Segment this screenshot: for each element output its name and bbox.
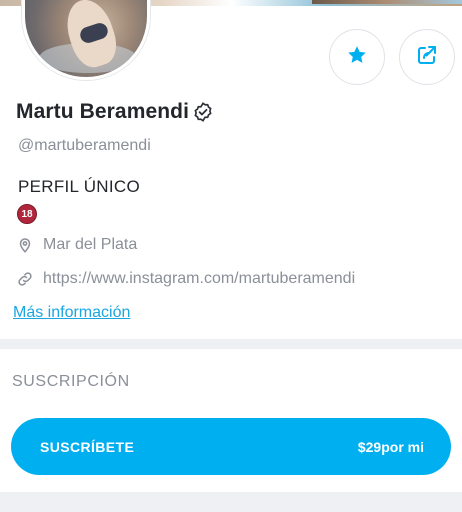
cover-image-edge [312,0,462,4]
avatar[interactable] [22,0,150,80]
section-divider [0,339,462,349]
profile-bio: PERFIL ÚNICO [18,177,140,196]
profile-name-row: Martu Beramendi [16,100,214,124]
share-button[interactable] [399,29,455,85]
location-text: Mar del Plata [43,236,138,253]
location-row: Mar del Plata [16,236,137,254]
more-info-link[interactable]: Más información [13,304,130,322]
website-link[interactable]: https://www.instagram.com/martuberamendi [43,270,355,288]
location-pin-icon [16,236,34,254]
age-badge: 18 [17,204,37,224]
subscribe-button-label: SUSCRÍBETE [40,438,135,455]
profile-name: Martu Beramendi [16,100,190,123]
star-icon [346,44,368,71]
subscribe-button[interactable]: SUSCRÍBETE $29por mi [11,418,451,475]
verified-icon [192,101,214,123]
website-row[interactable]: https://www.instagram.com/martuberamendi [16,270,355,288]
share-icon [415,43,439,72]
section-divider [0,492,462,512]
profile-handle: @martuberamendi [18,137,151,154]
favorite-button[interactable] [329,29,385,85]
link-icon [16,270,34,288]
subscribe-price: $29por mi [357,438,424,455]
subscription-section-title: SUSCRIPCIÓN [12,373,130,390]
